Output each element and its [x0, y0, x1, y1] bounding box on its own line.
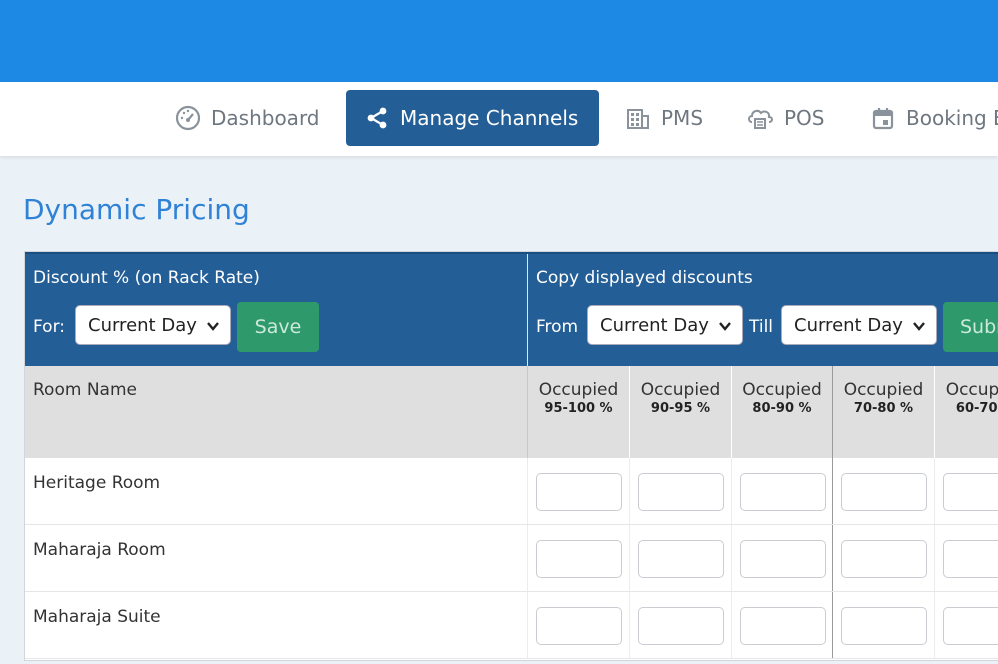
discount-input[interactable]: [740, 607, 826, 645]
calendar-icon: [872, 108, 894, 130]
nav-booking-label: Booking E: [906, 106, 998, 130]
band-divider: [527, 254, 528, 368]
for-label: For:: [33, 317, 65, 337]
room-name-header: Room Name: [33, 380, 137, 400]
discount-cell: [731, 592, 832, 658]
discount-input[interactable]: [638, 540, 724, 578]
discount-cell: [832, 458, 934, 524]
discount-cell: [527, 525, 629, 591]
submit-button[interactable]: Submit: [943, 302, 998, 352]
occupancy-header-range: 70-80 %: [853, 401, 914, 416]
chevron-down-icon: [913, 322, 925, 331]
discount-cell: [629, 592, 731, 658]
page-title: Dynamic Pricing: [23, 193, 250, 226]
discount-cell: [731, 458, 832, 524]
share-icon: [367, 107, 387, 129]
nav-dashboard-label: Dashboard: [211, 106, 320, 130]
occupancy-header-title: Occupied: [538, 380, 619, 400]
occupancy-header-title: Occupied: [843, 380, 924, 400]
for-day-select[interactable]: Current Day: [75, 305, 231, 345]
column-header-row: Room Name Occupied 95-100 % Occupied 90-…: [25, 366, 998, 459]
discount-input[interactable]: [638, 607, 724, 645]
occupancy-header-range: 80-90 %: [752, 401, 812, 416]
nav-manage-channels[interactable]: Manage Channels: [346, 90, 599, 146]
discount-cell: [629, 525, 731, 591]
discount-cell: [629, 458, 731, 524]
occupancy-header: Occupied 60-70 %: [934, 366, 998, 458]
table-header-band: Discount % (on Rack Rate) For: Current D…: [25, 252, 998, 368]
discount-cell: [832, 525, 934, 591]
nav-booking-engine[interactable]: Booking E: [870, 90, 998, 146]
nav-pos-label: POS: [784, 106, 825, 130]
copy-label: Copy displayed discounts: [536, 268, 753, 288]
discount-input[interactable]: [536, 607, 622, 645]
nav-pos[interactable]: POS: [746, 90, 825, 146]
discount-input[interactable]: [943, 607, 998, 645]
discount-input[interactable]: [841, 607, 927, 645]
discount-input[interactable]: [740, 473, 826, 511]
discount-cell: [934, 525, 998, 591]
occupancy-header-range: 90-95 %: [650, 401, 711, 416]
room-name: Maharaja Room: [33, 540, 166, 560]
occupancy-header-range: 95-100 %: [544, 401, 613, 416]
till-day-select[interactable]: Current Day: [781, 305, 937, 345]
discount-cell: [527, 458, 629, 524]
dynamic-pricing-table: Discount % (on Rack Rate) For: Current D…: [24, 251, 998, 661]
occupancy-header-title: Occupied: [640, 380, 721, 400]
nav-dashboard[interactable]: Dashboard: [175, 90, 320, 146]
chevron-down-icon: [719, 322, 731, 331]
discount-input[interactable]: [536, 540, 622, 578]
room-name: Heritage Room: [33, 473, 161, 493]
discount-cell: [731, 525, 832, 591]
from-day-value: Current Day: [600, 314, 709, 336]
main-nav: Dashboard Manage Channels PMS POS Bookin…: [0, 82, 998, 156]
till-day-value: Current Day: [794, 314, 903, 336]
cloud-printer-icon: [748, 109, 773, 129]
till-label: Till: [749, 317, 774, 337]
table-row: Maharaja Room: [25, 525, 998, 592]
discount-input[interactable]: [943, 473, 998, 511]
chevron-down-icon: [207, 322, 219, 331]
discount-input[interactable]: [740, 540, 826, 578]
room-name: Maharaja Suite: [33, 607, 161, 627]
occupancy-header-range: 60-70 %: [955, 401, 998, 416]
discount-label: Discount % (on Rack Rate): [33, 268, 260, 288]
discount-input[interactable]: [536, 473, 622, 511]
from-day-select[interactable]: Current Day: [587, 305, 743, 345]
occupancy-header-title: Occupied: [945, 380, 998, 400]
discount-input[interactable]: [943, 540, 998, 578]
discount-cell: [934, 592, 998, 658]
table-row: Maharaja Suite: [25, 592, 998, 659]
discount-cell: [527, 592, 629, 658]
save-button[interactable]: Save: [237, 302, 319, 352]
from-label: From: [536, 317, 579, 337]
for-day-value: Current Day: [88, 314, 197, 336]
discount-input[interactable]: [841, 473, 927, 511]
building-icon: [627, 109, 649, 129]
nav-pms-label: PMS: [661, 106, 704, 130]
discount-cell: [934, 458, 998, 524]
occupancy-header: Occupied 90-95 %: [629, 366, 731, 458]
dashboard-gauge-icon: [175, 105, 201, 131]
nav-pms[interactable]: PMS: [625, 90, 703, 146]
occupancy-header: Occupied 95-100 %: [527, 366, 629, 458]
discount-cell: [832, 592, 934, 658]
top-app-bar: [0, 0, 998, 82]
discount-input[interactable]: [638, 473, 724, 511]
nav-manage-channels-label: Manage Channels: [400, 106, 579, 130]
occupancy-header: Occupied 70-80 %: [832, 366, 934, 458]
occupancy-header: Occupied 80-90 %: [731, 366, 832, 458]
table-row: Heritage Room: [25, 458, 998, 525]
occupancy-header-title: Occupied: [742, 380, 822, 400]
discount-input[interactable]: [841, 540, 927, 578]
